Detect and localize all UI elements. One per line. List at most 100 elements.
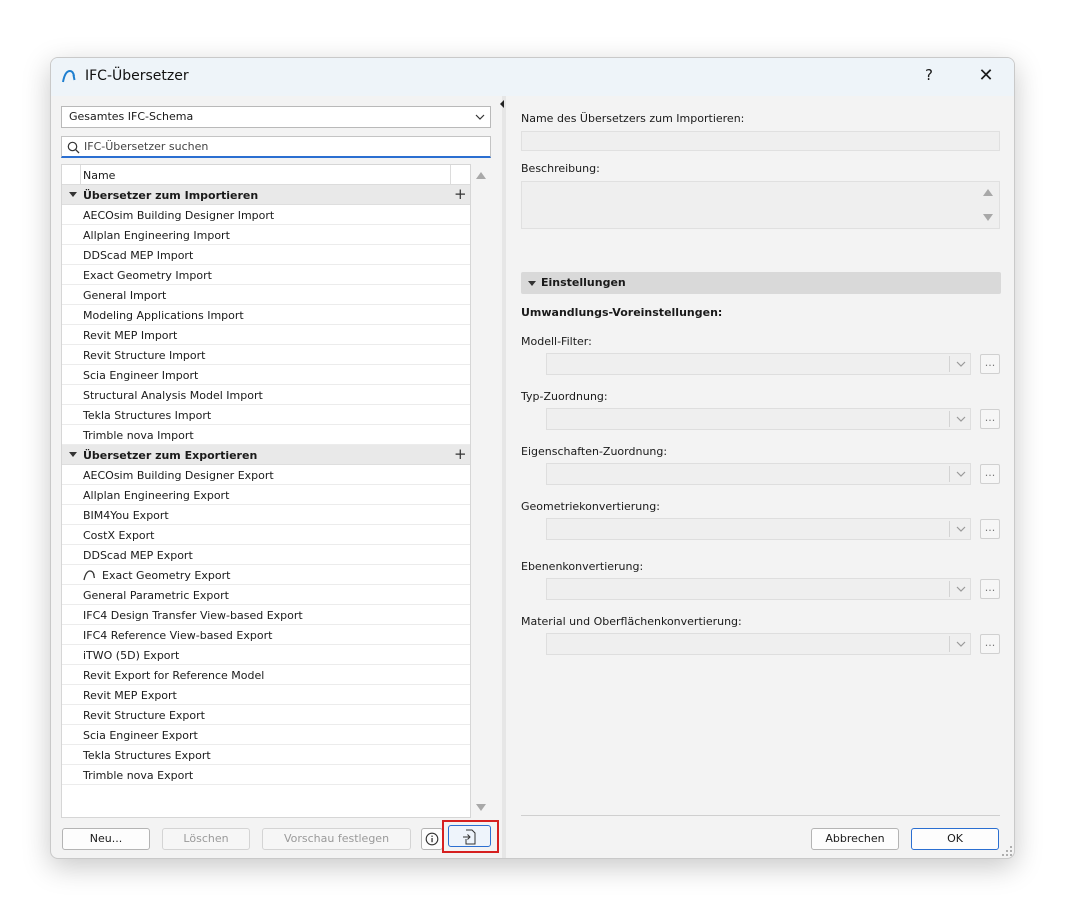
chevron-down-icon [956,471,966,477]
field-browse-button[interactable]: ... [980,579,1000,599]
list-item-label: AECOsim Building Designer Import [83,209,275,222]
list-item[interactable]: Revit Structure Export [62,705,470,725]
list-item-label: Allplan Engineering Export [83,489,230,502]
field-dropdown[interactable] [546,633,971,655]
delete-button[interactable]: Löschen [162,828,250,850]
list-item-label: General Import [83,289,167,302]
list-item[interactable]: Exact Geometry Import [62,265,470,285]
translator-name-field[interactable] [521,131,1000,151]
list-item[interactable]: General Parametric Export [62,585,470,605]
archicad-logo-icon [83,570,96,581]
list-item[interactable]: General Import [62,285,470,305]
field-dropdown[interactable] [546,578,971,600]
list-item[interactable]: Allplan Engineering Import [62,225,470,245]
column-header[interactable]: Name [62,165,470,185]
list-item[interactable]: Revit Structure Import [62,345,470,365]
chevron-down-icon [956,526,966,532]
list-item-label: Tekla Structures Import [83,409,212,422]
translator-tree: Name Übersetzer zum Importieren + AECOsim … [61,164,471,818]
list-item[interactable]: BIM4You Export [62,505,470,525]
search-input[interactable]: IFC-Übersetzer suchen [61,136,491,158]
description-field[interactable] [521,181,1000,229]
field-browse-button[interactable]: ... [980,464,1000,484]
scroll-down-arrow-icon[interactable] [476,804,486,811]
add-icon[interactable]: + [454,447,467,462]
list-item[interactable]: Scia Engineer Export [62,725,470,745]
archicad-logo-icon [62,69,76,83]
description-scroll-down-icon[interactable] [983,214,993,221]
add-icon[interactable]: + [454,187,467,202]
field-browse-button[interactable]: ... [980,409,1000,429]
translator-list-panel: Gesamtes IFC-Schema IFC-Übersetzer suche… [61,106,491,850]
schema-dropdown[interactable]: Gesamtes IFC-Schema [61,106,491,128]
list-item[interactable]: DDScad MEP Import [62,245,470,265]
list-item-label: IFC4 Design Transfer View-based Export [83,609,303,622]
group-row[interactable]: Übersetzer zum Importieren + [62,185,470,205]
settings-section-label: Einstellungen [541,276,626,289]
list-item[interactable]: Allplan Engineering Export [62,485,470,505]
list-item[interactable]: IFC4 Reference View-based Export [62,625,470,645]
new-button[interactable]: Neu... [62,828,150,850]
field-browse-button[interactable]: ... [980,634,1000,654]
cancel-button[interactable]: Abbrechen [811,828,899,850]
list-item[interactable]: Structural Analysis Model Import [62,385,470,405]
search-placeholder: IFC-Übersetzer suchen [84,140,209,153]
list-item-label: BIM4You Export [83,509,169,522]
description-scroll-up-icon[interactable] [983,189,993,196]
close-button[interactable]: ✕ [975,66,997,88]
list-item[interactable]: Revit MEP Export [62,685,470,705]
field-dropdown[interactable] [546,518,971,540]
help-button[interactable]: ? [919,66,939,86]
resize-grip-icon[interactable] [1001,845,1013,857]
list-item[interactable]: Tekla Structures Import [62,405,470,425]
highlight-box [442,820,499,853]
list-item[interactable]: Exact Geometry Export [62,565,470,585]
list-item-label: Trimble nova Import [83,429,194,442]
list-item-label: Trimble nova Export [83,769,194,782]
collapse-left-arrow-icon[interactable] [500,100,504,108]
field-browse-button[interactable]: ... [980,519,1000,539]
translator-name-label: Name des Übersetzers zum Importieren: [521,112,745,125]
scroll-up-arrow-icon[interactable] [476,172,486,179]
presets-label: Umwandlungs-Voreinstellungen: [521,306,723,319]
panel-splitter[interactable] [502,96,506,858]
field-dropdown[interactable] [546,408,971,430]
expand-triangle-icon[interactable] [69,452,77,457]
translator-settings-panel: Name des Übersetzers zum Importieren: Be… [521,106,1001,846]
list-item[interactable]: Revit MEP Import [62,325,470,345]
chevron-down-icon [956,361,966,367]
list-item-label: DDScad MEP Import [83,249,194,262]
list-item[interactable]: Revit Export for Reference Model [62,665,470,685]
list-item-label: Modeling Applications Import [83,309,244,322]
list-item[interactable]: DDScad MEP Export [62,545,470,565]
list-item[interactable]: IFC4 Design Transfer View-based Export [62,605,470,625]
ifc-translator-dialog: IFC-Übersetzer ? ✕ Gesamtes IFC-Schema I… [50,57,1015,859]
info-icon [425,832,439,846]
list-item[interactable]: CostX Export [62,525,470,545]
title-bar: IFC-Übersetzer ? ✕ [51,58,1014,96]
list-item-label: General Parametric Export [83,589,229,602]
field-label: Modell-Filter: [521,335,592,348]
list-item[interactable]: Tekla Structures Export [62,745,470,765]
schema-dropdown-value: Gesamtes IFC-Schema [69,110,194,123]
list-item[interactable]: Trimble nova Export [62,765,470,785]
list-item[interactable]: Scia Engineer Import [62,365,470,385]
expand-triangle-icon[interactable] [69,192,77,197]
field-dropdown[interactable] [546,463,971,485]
list-scrollbar[interactable] [471,164,491,818]
info-button[interactable] [421,828,443,850]
group-row[interactable]: Übersetzer zum Exportieren + [62,445,470,465]
list-item[interactable]: Modeling Applications Import [62,305,470,325]
ok-button[interactable]: OK [911,828,999,850]
group-label: Übersetzer zum Exportieren [83,449,258,462]
field-dropdown[interactable] [546,353,971,375]
list-item[interactable]: iTWO (5D) Export [62,645,470,665]
preview-button[interactable]: Vorschau festlegen [262,828,411,850]
list-item-label: DDScad MEP Export [83,549,193,562]
settings-section-header[interactable]: Einstellungen [521,272,1001,294]
field-browse-button[interactable]: ... [980,354,1000,374]
collapse-triangle-icon [528,281,536,286]
list-item[interactable]: AECOsim Building Designer Import [62,205,470,225]
list-item[interactable]: Trimble nova Import [62,425,470,445]
list-item[interactable]: AECOsim Building Designer Export [62,465,470,485]
